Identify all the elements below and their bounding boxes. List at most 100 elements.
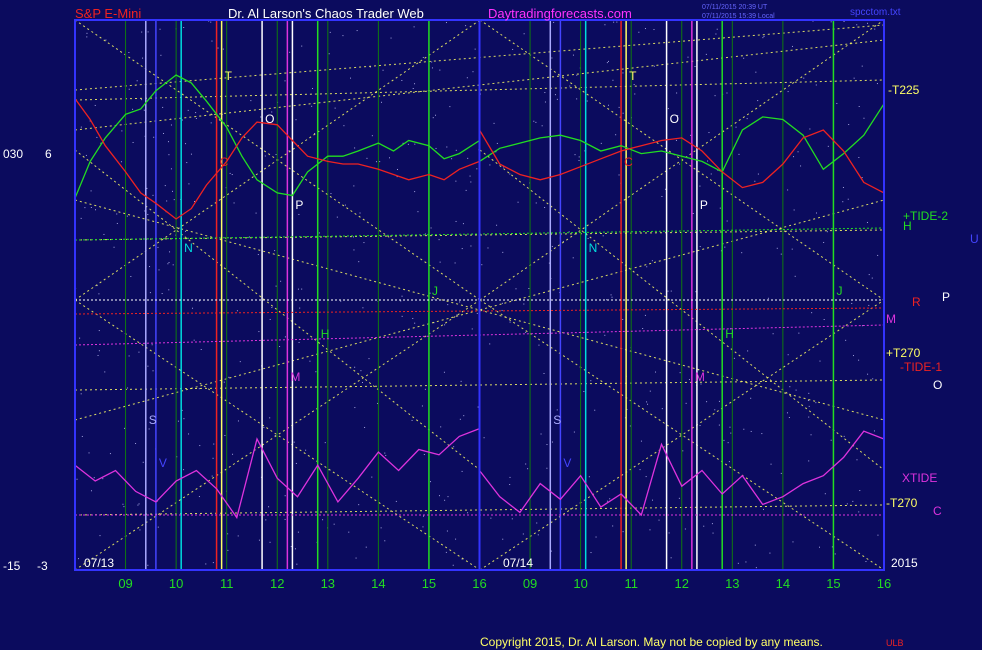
star-dot [413,26,415,28]
star-dot [94,104,96,106]
star-dot [359,212,361,214]
star-dot [460,380,462,382]
star-dot [687,56,689,58]
star-dot [223,381,225,383]
x-tick-label: 12 [270,576,284,591]
star-dot [608,104,610,106]
star-dot [644,28,646,30]
timing-lines [125,20,885,570]
site-link[interactable]: Daytradingforecasts.com [488,6,632,21]
star-dot [147,213,149,215]
star-dot [670,290,672,292]
star-dot [422,515,424,517]
star-dot [128,355,130,357]
star-dot [227,549,229,551]
star-dot [444,324,446,326]
star-dot [177,420,179,422]
star-dot [638,31,640,33]
star-dot [88,452,90,454]
star-dot [501,302,503,304]
star-dot [867,373,869,375]
star-dot [121,130,123,132]
star-dot [166,200,168,202]
x-tick-label: 09 [118,576,132,591]
star-dot [147,564,149,566]
star-dot [588,476,590,478]
star-dot [147,31,149,33]
x-tick-label: 09 [523,576,537,591]
star-dot [422,526,424,528]
star-dot [815,84,817,86]
right-label-7: +T270 [886,346,921,360]
star-dot [651,260,653,262]
star-dot [537,534,539,536]
star-dot [80,393,82,395]
star-dot [116,213,118,215]
star-dot [852,355,854,357]
star-dot [611,296,613,298]
star-dot [815,402,817,404]
star-dot [699,185,701,187]
cycle-marker-s: S [149,413,157,427]
star-dot [193,201,195,203]
star-dot [354,147,356,149]
star-dot [113,246,115,248]
star-dot [719,207,721,209]
star-dot [438,495,440,497]
star-dot [861,65,863,67]
star-dot [260,116,262,118]
star-dot [193,339,195,341]
star-dot [422,56,424,58]
star-dot [157,246,159,248]
star-dot [741,252,743,254]
cycle-marker-m: M [695,370,705,384]
star-dot [476,168,478,170]
star-dot [271,307,273,309]
star-dot [236,310,238,312]
star-dot [138,351,140,353]
star-dot [213,443,215,445]
star-dot [169,251,171,253]
star-dot [604,334,606,336]
right-label-8: -TIDE-1 [900,360,942,374]
star-dot [787,354,789,356]
star-dot [328,53,330,55]
star-dot [217,47,219,49]
star-dot [856,459,858,461]
star-dot [595,536,597,538]
star-dot [401,295,403,297]
star-dot [823,241,825,243]
star-dot [858,511,860,513]
star-dot [284,80,286,82]
star-dot [142,57,144,59]
star-dot [455,149,457,151]
star-dot [333,523,335,525]
star-dot [284,518,286,520]
star-dot [455,180,457,182]
star-dot [232,453,234,455]
star-dot [168,289,170,291]
x-tick-label: 14 [371,576,385,591]
star-dot [344,204,346,206]
star-dot [772,333,774,335]
star-dot [414,322,416,324]
star-dot [727,442,729,444]
star-dot [239,361,241,363]
star-dot [183,27,185,29]
star-dot [438,239,440,241]
star-dot [745,561,747,563]
star-dot [667,290,669,292]
star-dot [827,145,829,147]
star-dot [454,262,456,264]
star-dot [808,416,810,418]
star-dot [470,181,472,183]
star-dot [836,102,838,104]
star-dot [762,37,764,39]
star-dot [750,430,752,432]
star-dot [711,523,713,525]
star-dot [168,262,170,264]
star-dot [139,529,141,531]
star-dot [298,341,300,343]
star-dot [642,327,644,329]
cycle-marker-t: T [629,69,637,83]
